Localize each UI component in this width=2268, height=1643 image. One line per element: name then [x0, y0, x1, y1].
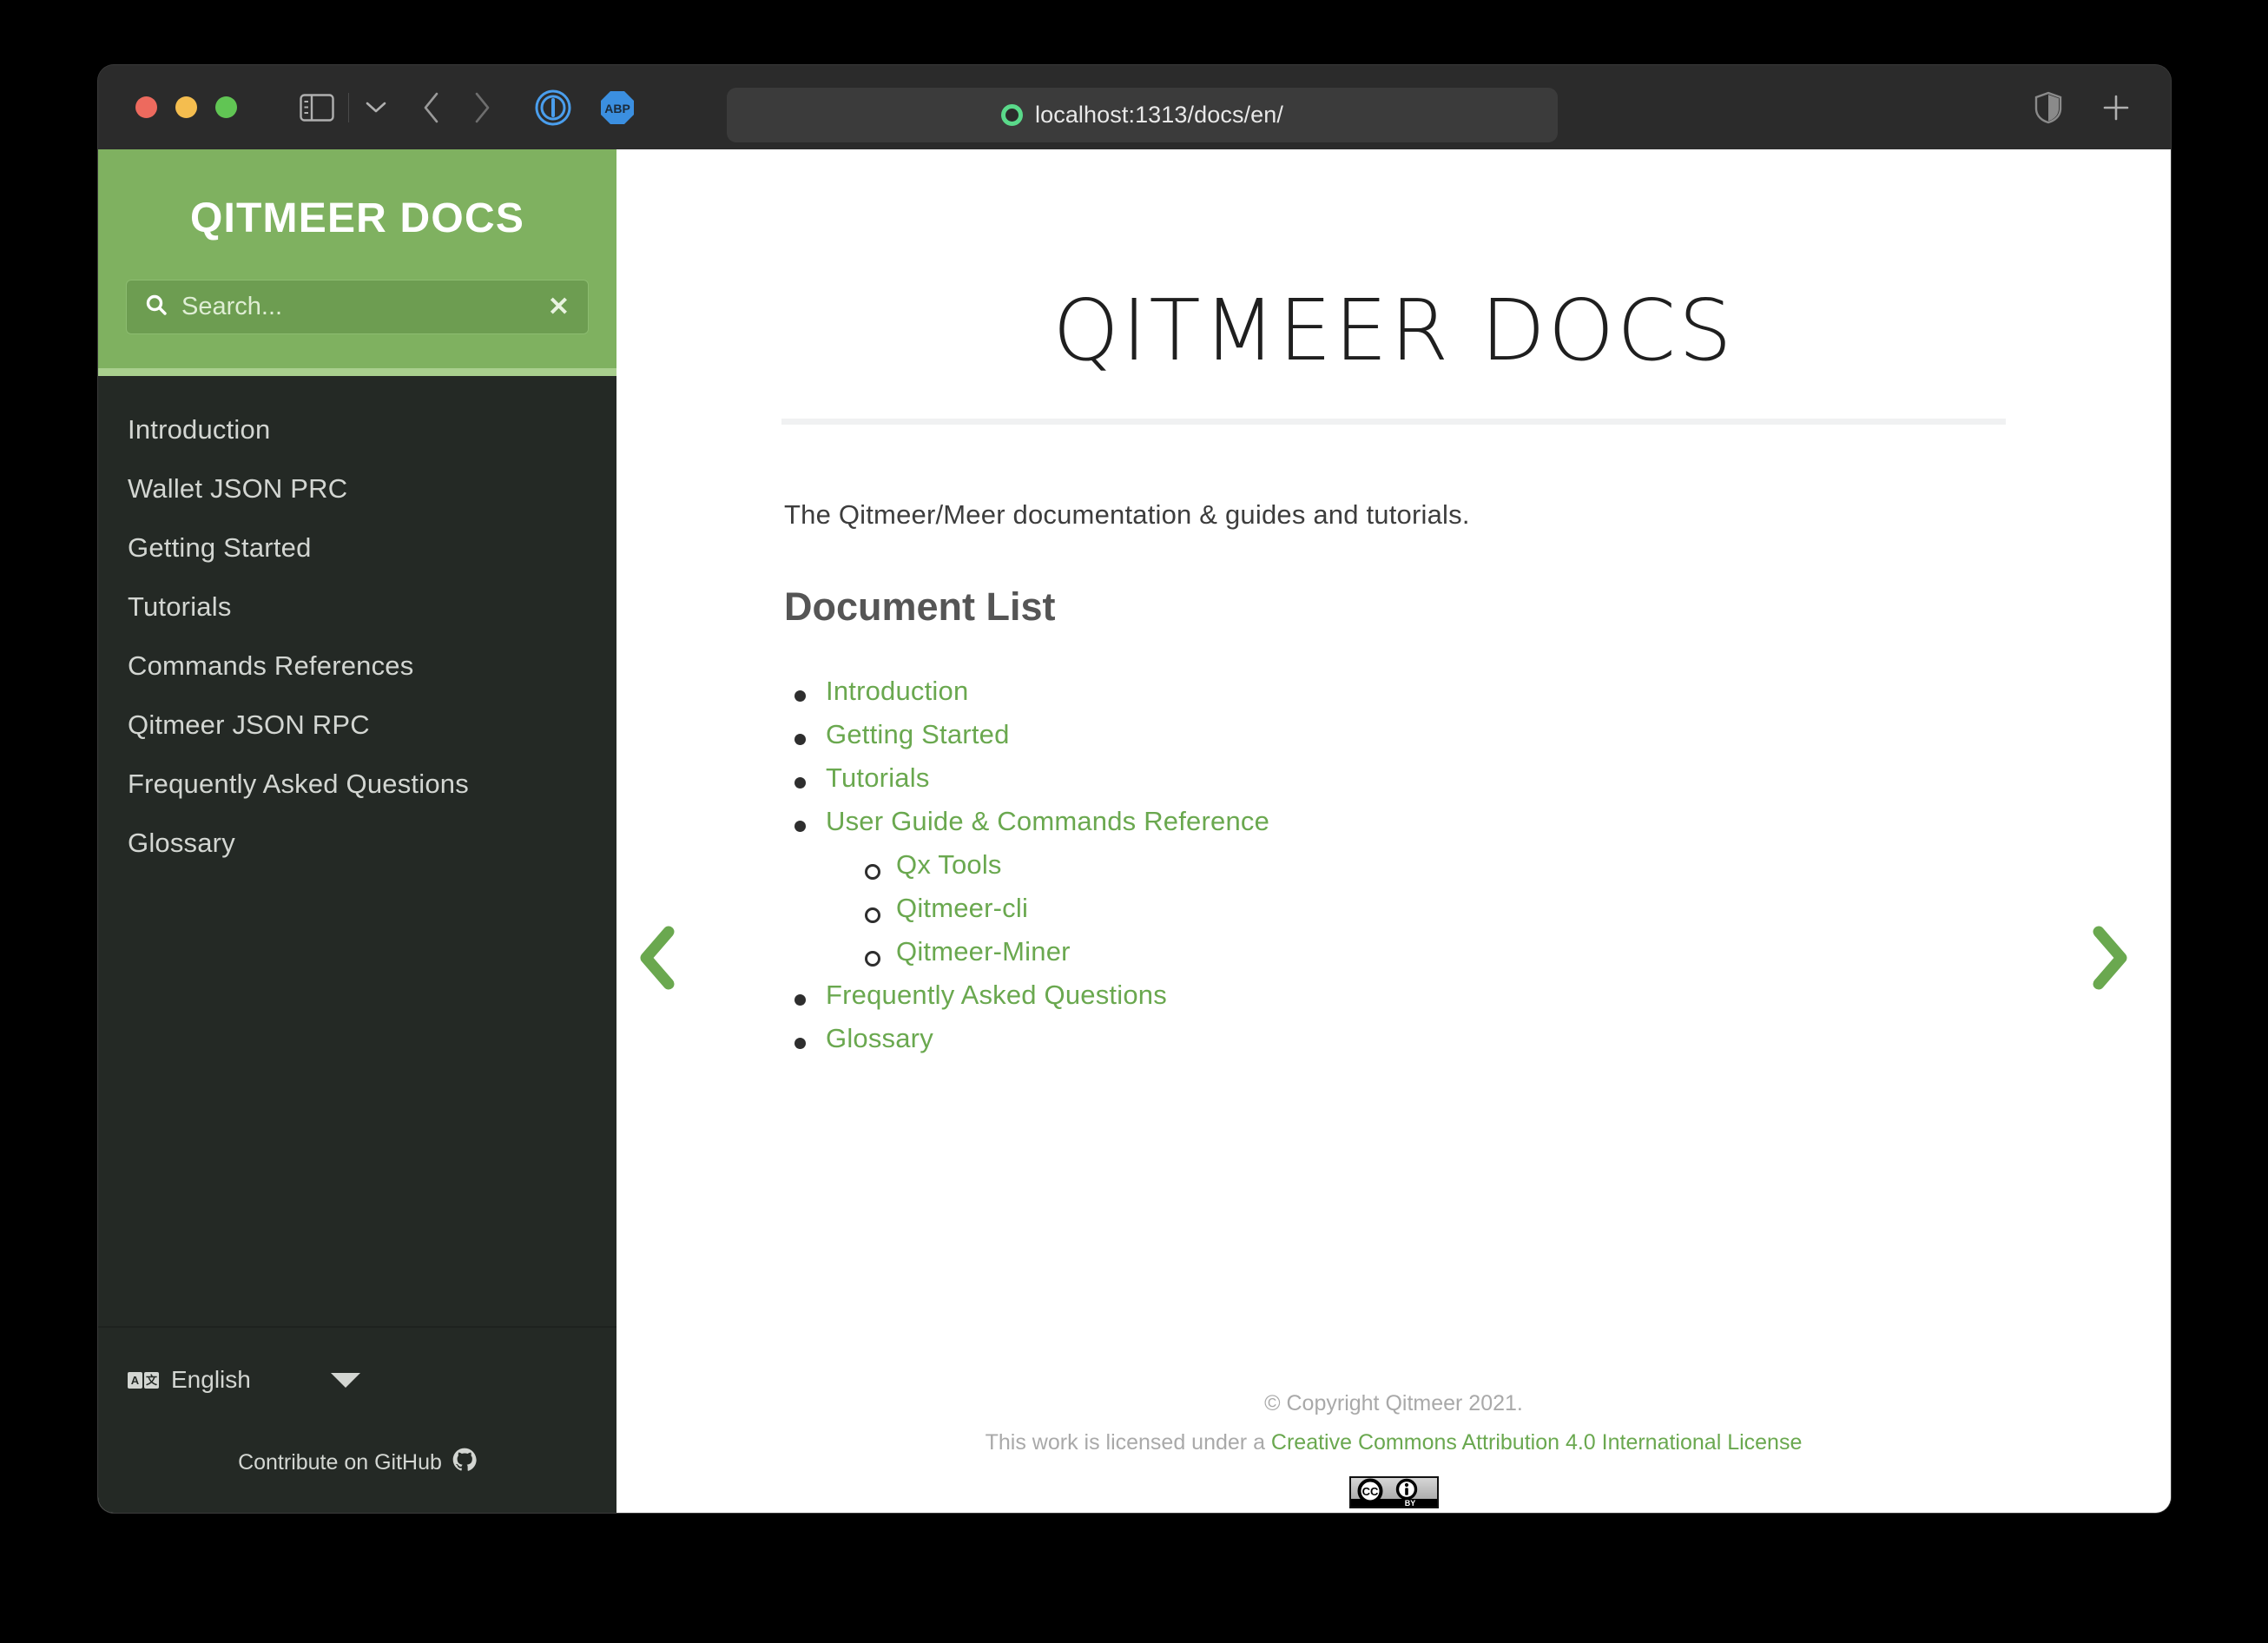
zoom-window-button[interactable] — [215, 96, 237, 118]
page-body: QITMEER DOCS Search... ✕ Introduction Wa… — [98, 149, 2171, 1513]
browser-toolbar: ABP localhost:1313/docs/en/ — [98, 65, 2171, 149]
github-icon — [452, 1448, 477, 1478]
language-selector[interactable]: A 文 English — [98, 1366, 616, 1394]
caret-down-icon[interactable] — [330, 1372, 360, 1388]
content-wrap: The Qitmeer/Meer documentation & guides … — [616, 425, 2171, 1054]
browser-window: ABP localhost:1313/docs/en/ QITMEER DOCS… — [98, 65, 2171, 1513]
sidebar-header: QITMEER DOCS Search... ✕ — [98, 149, 616, 376]
chevron-right-icon[interactable] — [472, 91, 491, 124]
github-link-label: Contribute on GitHub — [238, 1450, 442, 1475]
document-sublist: Qx Tools Qitmeer-cli Qitmeer-Miner — [854, 849, 2171, 967]
doc-link-getting-started[interactable]: Getting Started — [826, 719, 1010, 749]
address-bar-url: localhost:1313/docs/en/ — [1035, 102, 1283, 128]
translate-icon-latin: A — [128, 1371, 142, 1389]
doc-link-tutorials[interactable]: Tutorials — [826, 762, 930, 793]
sidebar-item-qitmeer-json-rpc[interactable]: Qitmeer JSON RPC — [98, 696, 616, 755]
license-link[interactable]: Creative Commons Attribution 4.0 Interna… — [1271, 1430, 1802, 1455]
close-icon[interactable]: ✕ — [548, 294, 570, 320]
sidebar-item-introduction[interactable]: Introduction — [98, 400, 616, 459]
sidebar-icon[interactable] — [300, 93, 334, 122]
creative-commons-by-badge-icon[interactable]: CC BY — [1348, 1476, 1439, 1508]
sidebar-nav: Introduction Wallet JSON PRC Getting Sta… — [98, 376, 616, 1326]
page-footer: © Copyright Qitmeer 2021. This work is l… — [616, 1391, 2171, 1508]
address-bar[interactable]: localhost:1313/docs/en/ — [727, 88, 1558, 142]
chevron-right-icon[interactable] — [2090, 925, 2130, 991]
doc-link-introduction[interactable]: Introduction — [826, 676, 968, 706]
sidebar-footer: A 文 English Contribute on GitHub — [98, 1326, 616, 1513]
search-icon — [145, 294, 168, 320]
intro-paragraph: The Qitmeer/Meer documentation & guides … — [784, 499, 1470, 530]
page-title: QITMEER DOCS — [1052, 281, 1735, 379]
plus-icon[interactable] — [2101, 93, 2131, 122]
list-item: Tutorials — [784, 762, 2171, 794]
sidebar-item-commands-references[interactable]: Commands References — [98, 637, 616, 696]
sidebar-item-wallet-json-prc[interactable]: Wallet JSON PRC — [98, 459, 616, 518]
window-controls — [135, 96, 237, 118]
sidebar-item-glossary[interactable]: Glossary — [98, 814, 616, 873]
minimize-window-button[interactable] — [175, 96, 197, 118]
license-line: This work is licensed under a Creative C… — [616, 1430, 2171, 1455]
toolbar-right-group — [2034, 65, 2131, 149]
chevron-left-icon[interactable] — [422, 91, 441, 124]
doc-link-qitmeer-cli[interactable]: Qitmeer-cli — [896, 893, 1028, 923]
list-item: Qitmeer-Miner — [854, 936, 2171, 967]
list-item: User Guide & Commands Reference Qx Tools… — [784, 806, 2171, 967]
sidebar: QITMEER DOCS Search... ✕ Introduction Wa… — [98, 149, 616, 1513]
doc-link-frequently-asked-questions[interactable]: Frequently Asked Questions — [826, 980, 1167, 1010]
1password-icon[interactable] — [535, 89, 571, 126]
translate-icon-cjk: 文 — [144, 1371, 159, 1389]
list-item: Qitmeer-cli — [854, 893, 2171, 924]
github-link[interactable]: Contribute on GitHub — [98, 1448, 616, 1478]
adblock-plus-icon[interactable]: ABP — [599, 89, 636, 126]
language-label: English — [171, 1366, 251, 1393]
heading-divider — [781, 419, 2006, 425]
close-window-button[interactable] — [135, 96, 157, 118]
cc-label: CC — [1361, 1485, 1378, 1498]
list-item: Qx Tools — [854, 849, 2171, 881]
translate-icon: A 文 — [128, 1371, 159, 1389]
list-item: Getting Started — [784, 719, 2171, 750]
main-content: QITMEER DOCS The Qitmeer/Meer documentat… — [616, 149, 2171, 1513]
copyright-text: © Copyright Qitmeer 2021. — [1264, 1391, 1523, 1415]
section-heading: Document List — [784, 584, 1056, 629]
sidebar-item-tutorials[interactable]: Tutorials — [98, 577, 616, 637]
document-list: Introduction Getting Started Tutorials U… — [784, 676, 2171, 1054]
license-prefix: This work is licensed under a — [985, 1430, 1271, 1455]
qitmeer-favicon-icon — [1001, 104, 1023, 126]
list-item: Frequently Asked Questions — [784, 980, 2171, 1011]
site-title: QITMEER DOCS — [189, 195, 525, 241]
chevron-left-icon[interactable] — [637, 925, 677, 991]
list-item: Glossary — [784, 1023, 2171, 1054]
list-item: Introduction — [784, 676, 2171, 707]
sidebar-item-getting-started[interactable]: Getting Started — [98, 518, 616, 577]
adblock-label: ABP — [604, 102, 630, 115]
sidebar-item-frequently-asked-questions[interactable]: Frequently Asked Questions — [98, 755, 616, 814]
search-input[interactable]: Search... ✕ — [126, 280, 589, 334]
by-label: BY — [1404, 1499, 1415, 1507]
chevron-down-icon[interactable] — [365, 100, 387, 115]
toolbar-divider — [348, 92, 349, 122]
doc-link-qitmeer-miner[interactable]: Qitmeer-Miner — [896, 936, 1071, 967]
doc-link-qx-tools[interactable]: Qx Tools — [896, 849, 1002, 880]
doc-link-glossary[interactable]: Glossary — [826, 1023, 933, 1053]
shield-icon[interactable] — [2034, 91, 2062, 124]
doc-link-user-guide-commands-reference[interactable]: User Guide & Commands Reference — [826, 806, 1269, 836]
search-placeholder: Search... — [181, 293, 283, 320]
